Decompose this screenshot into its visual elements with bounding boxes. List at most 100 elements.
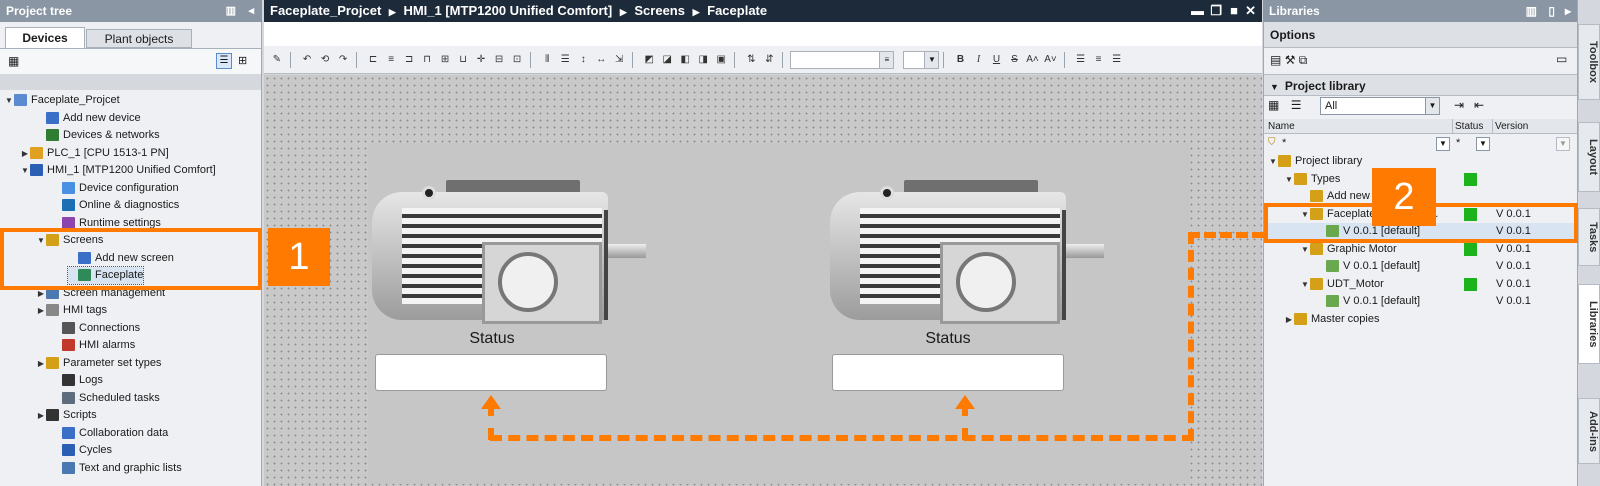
tab-devices[interactable]: Devices xyxy=(5,27,85,48)
font-size-select[interactable]: ▼ xyxy=(903,51,940,69)
send-back-icon[interactable]: ◪ xyxy=(659,52,675,68)
motor-graphic-1[interactable] xyxy=(372,180,646,324)
breadcrumb-hmi[interactable]: HMI_1 [MTP1200 Unified Comfort] xyxy=(403,3,612,18)
library-layout-icon[interactable]: ▭ xyxy=(1556,52,1567,66)
group-icon[interactable]: ▣ xyxy=(713,52,729,68)
tree-item[interactable]: ▶ Scripts xyxy=(36,407,97,424)
filter-name-value[interactable]: * xyxy=(1282,137,1286,149)
dock-libraries-icon[interactable]: ▥ xyxy=(1526,0,1537,22)
tree-item[interactable]: Cycles xyxy=(52,442,112,459)
library-tool-icon[interactable]: ⚒ xyxy=(1285,53,1296,67)
tree-item[interactable]: Text and graphic lists xyxy=(52,460,182,477)
center-h-icon[interactable]: ⊟ xyxy=(491,52,507,68)
align-left-icon[interactable]: ⊏ xyxy=(365,52,381,68)
filter-name-dropdown[interactable]: ▼ xyxy=(1436,137,1450,151)
distribute-v-icon[interactable]: ☰ xyxy=(557,52,573,68)
side-tab-libraries[interactable]: Libraries xyxy=(1578,284,1600,364)
list-view-icon[interactable]: ☰ xyxy=(216,53,232,69)
library-view-icon[interactable]: ▤ xyxy=(1270,53,1281,67)
align-middle-icon[interactable]: ⊞ xyxy=(437,52,453,68)
tree-item[interactable]: Devices & networks xyxy=(36,127,160,144)
rotate-left-icon[interactable]: ↶ xyxy=(299,52,315,68)
font-name-field[interactable]: ≡ xyxy=(790,51,895,69)
column-status[interactable]: Status xyxy=(1452,119,1483,134)
expand-arrow-icon[interactable]: ▶ xyxy=(36,355,46,372)
collapse-libraries-icon[interactable]: ▸ xyxy=(1565,0,1571,22)
table-view-icon[interactable]: ⊞ xyxy=(238,54,247,67)
library-row[interactable]: V 0.0.1 [default] V 0.0.1 xyxy=(1264,293,1578,310)
center-icon[interactable]: ✛ xyxy=(473,52,489,68)
tab-plant-objects[interactable]: Plant objects xyxy=(86,29,192,48)
align-center-icon[interactable]: ≡ xyxy=(383,52,399,68)
tab-order-icon[interactable]: ⇅ xyxy=(743,52,759,68)
rotate-right-icon[interactable]: ↷ xyxy=(335,52,351,68)
column-version[interactable]: Version xyxy=(1492,119,1528,134)
text-align-left-icon[interactable]: ☰ xyxy=(1073,52,1089,68)
library-row[interactable]: ▼ Graphic Motor V 0.0.1 xyxy=(1264,241,1578,258)
library-export-icon[interactable]: ⇥ xyxy=(1454,98,1464,112)
library-row[interactable]: ▼ UDT_Motor V 0.0.1 xyxy=(1264,276,1578,293)
library-list-icon[interactable]: ☰ xyxy=(1291,98,1302,112)
breadcrumb-screens[interactable]: Screens xyxy=(634,3,685,18)
text-align-right-icon[interactable]: ☰ xyxy=(1109,52,1125,68)
breadcrumb-faceplate[interactable]: Faceplate xyxy=(707,3,767,18)
close-icon[interactable]: ✕ xyxy=(1245,0,1256,22)
tree-item[interactable]: Logs xyxy=(52,372,103,389)
tree-item[interactable]: ▶ PLC_1 [CPU 1513-1 PN] xyxy=(20,145,169,162)
library-row[interactable]: ▶ Master copies xyxy=(1264,311,1578,328)
rotate-free-icon[interactable]: ⟲ xyxy=(317,52,333,68)
filter-status-dropdown[interactable]: ▼ xyxy=(1476,137,1490,151)
collapse-arrow-icon[interactable]: ▼ xyxy=(1284,171,1294,188)
tree-item[interactable]: ▼ HMI_1 [MTP1200 Unified Comfort] xyxy=(20,162,216,179)
overview-icon[interactable]: ▦ xyxy=(8,54,19,68)
forward-icon[interactable]: ◧ xyxy=(677,52,693,68)
font-shrink-button[interactable]: A˅ xyxy=(1043,52,1059,68)
tree-item[interactable]: Collaboration data xyxy=(52,425,168,442)
font-grow-button[interactable]: A˄ xyxy=(1025,52,1041,68)
expand-arrow-icon[interactable]: ▶ xyxy=(36,302,46,319)
same-size-icon[interactable]: ⇲ xyxy=(611,52,627,68)
strikethrough-button[interactable]: S xyxy=(1007,52,1023,68)
bring-front-icon[interactable]: ◩ xyxy=(641,52,657,68)
distribute-h-icon[interactable]: ⦀ xyxy=(539,52,555,68)
side-tab-layout[interactable]: Layout xyxy=(1578,122,1600,192)
motor-graphic-2[interactable] xyxy=(830,180,1104,324)
status-field-2[interactable] xyxy=(832,354,1064,391)
library-row[interactable]: V 0.0.1 [default] V 0.0.1 xyxy=(1264,258,1578,275)
text-align-center-icon[interactable]: ≡ xyxy=(1091,52,1107,68)
italic-button[interactable]: I xyxy=(971,52,987,68)
center-v-icon[interactable]: ⊡ xyxy=(509,52,525,68)
pin-libraries-icon[interactable]: ▯ xyxy=(1548,0,1555,22)
dock-icon[interactable]: ▥ xyxy=(226,0,236,22)
same-width-icon[interactable]: ↔ xyxy=(593,52,609,68)
filter-status-value[interactable]: * xyxy=(1456,137,1460,149)
bold-button[interactable]: B xyxy=(953,52,969,68)
library-link-icon[interactable]: ⧉ xyxy=(1299,53,1308,67)
expand-arrow-icon[interactable]: ▶ xyxy=(1284,311,1294,328)
breadcrumb-project[interactable]: Faceplate_Projcet xyxy=(270,3,381,18)
restore-icon[interactable]: ❐ xyxy=(1210,0,1222,22)
align-top-icon[interactable]: ⊓ xyxy=(419,52,435,68)
tree-item[interactable]: ▼ Faceplate_Projcet xyxy=(4,92,120,109)
minimize-panel-icon[interactable]: ◂ xyxy=(248,0,254,22)
side-tab-toolbox[interactable]: Toolbox xyxy=(1578,24,1600,100)
tree-item[interactable]: Online & diagnostics xyxy=(52,197,179,214)
filter-icon[interactable]: ⛉ xyxy=(1268,137,1276,148)
collapse-arrow-icon[interactable]: ▼ xyxy=(4,92,14,109)
collapse-arrow-icon[interactable]: ▼ xyxy=(1300,276,1310,293)
tree-item[interactable]: HMI alarms xyxy=(52,337,135,354)
collapse-arrow-icon[interactable]: ▼ xyxy=(20,162,30,179)
tree-item[interactable]: ▶ Parameter set types xyxy=(36,355,161,372)
backward-icon[interactable]: ◨ xyxy=(695,52,711,68)
filter-version-dropdown[interactable]: ▼ xyxy=(1556,137,1570,151)
same-height-icon[interactable]: ↕ xyxy=(575,52,591,68)
library-import-icon[interactable]: ⇤ xyxy=(1474,98,1484,112)
collapse-arrow-icon[interactable]: ▼ xyxy=(1300,241,1310,258)
status-field-1[interactable] xyxy=(375,354,607,391)
align-bottom-icon[interactable]: ⊔ xyxy=(455,52,471,68)
side-tab-add-ins[interactable]: Add-ins xyxy=(1578,398,1600,464)
tree-item[interactable]: Connections xyxy=(52,320,140,337)
collapse-arrow-icon[interactable]: ▼ xyxy=(1268,153,1278,170)
underline-button[interactable]: U xyxy=(989,52,1005,68)
tree-item[interactable]: Device configuration xyxy=(52,180,179,197)
